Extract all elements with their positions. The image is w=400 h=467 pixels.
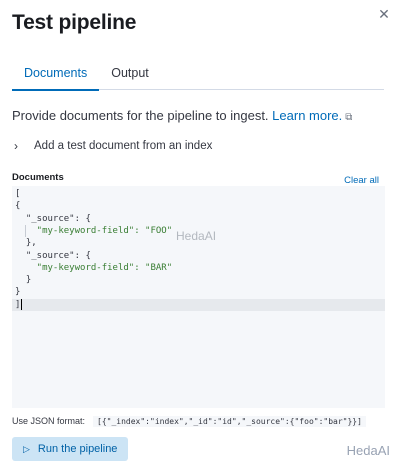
tab-output[interactable]: Output xyxy=(99,58,161,90)
flyout-title: Test pipeline xyxy=(12,11,137,34)
watermark: HedaAI xyxy=(346,443,390,458)
json-format-example: [{"_index":"index","_id":"id","_source":… xyxy=(93,415,366,427)
help-label: Use JSON format: xyxy=(12,416,86,426)
test-pipeline-flyout: ✕ Test pipeline Documents Output Provide… xyxy=(0,0,400,467)
play-icon: ▷ xyxy=(23,443,30,454)
learn-more-link[interactable]: Learn more. xyxy=(272,108,342,123)
code-line: } xyxy=(15,287,21,298)
run-pipeline-label: Run the pipeline xyxy=(37,443,118,455)
run-pipeline-button[interactable]: ▷ Run the pipeline xyxy=(12,437,128,461)
code-line: "_source": { xyxy=(15,213,91,224)
code-line-active: ] xyxy=(12,298,385,312)
documents-label: Documents xyxy=(12,172,64,183)
code-line: } xyxy=(15,275,32,286)
code-line: "_source": { xyxy=(15,250,91,261)
description-text: Provide documents for the pipeline to in… xyxy=(12,108,269,123)
add-test-document-accordion[interactable]: › Add a test document from an index xyxy=(12,137,212,155)
code-line: { xyxy=(15,201,21,212)
external-link-icon: ⧉ xyxy=(345,112,353,123)
accordion-label: Add a test document from an index xyxy=(34,140,213,152)
clear-all-button[interactable]: Clear all xyxy=(344,175,379,186)
watermark: HedaAI xyxy=(176,229,217,243)
documents-code-editor[interactable]: [ { "_source": { "my-keyword-field": "FO… xyxy=(12,186,385,408)
indent-guide xyxy=(25,224,26,238)
close-icon[interactable]: ✕ xyxy=(374,4,394,24)
text-cursor xyxy=(21,298,23,310)
description: Provide documents for the pipeline to in… xyxy=(12,108,352,123)
tabs: Documents Output xyxy=(12,58,384,91)
json-format-help: Use JSON format: [{"_index":"index","_id… xyxy=(12,414,366,428)
chevron-right-icon: › xyxy=(14,139,18,153)
tab-documents[interactable]: Documents xyxy=(12,58,100,91)
code-line: "my-keyword-field": "BAR" xyxy=(15,262,173,273)
code-line: [ xyxy=(15,189,21,199)
